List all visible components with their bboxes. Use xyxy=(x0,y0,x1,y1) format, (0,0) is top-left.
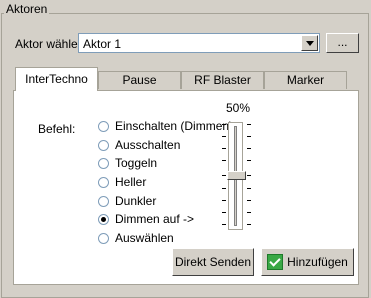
aktor-select-dropdown-button[interactable] xyxy=(301,35,318,51)
radio-indicator[interactable] xyxy=(98,120,109,132)
slider-tick xyxy=(247,160,251,161)
slider-tick xyxy=(222,160,226,161)
slider-tick xyxy=(247,212,251,213)
slider-tick xyxy=(247,175,251,176)
befehl-label: Befehl: xyxy=(38,122,76,136)
tab-intertechno[interactable]: InterTechno xyxy=(15,67,98,91)
slider-tick xyxy=(247,148,251,149)
tab-pause[interactable]: Pause xyxy=(98,71,181,89)
radio-dimmen-auf[interactable]: Dimmen auf -> xyxy=(98,211,194,227)
radio-label: Einschalten (Dimmen) xyxy=(115,119,234,133)
aktor-label: Aktor wählen: xyxy=(15,37,88,51)
slider-thumb[interactable] xyxy=(227,171,246,180)
slider-percent-label: 50% xyxy=(226,101,251,115)
slider-tick xyxy=(222,200,226,201)
slider-tick xyxy=(222,188,226,189)
radio-indicator[interactable] xyxy=(98,176,109,188)
radio-label: Toggeln xyxy=(115,156,158,170)
direkt-senden-button[interactable]: Direkt Senden xyxy=(172,248,254,276)
slider-tick xyxy=(247,200,251,201)
tab-marker[interactable]: Marker xyxy=(264,71,347,89)
slider-tick xyxy=(222,148,226,149)
chevron-down-icon xyxy=(306,41,314,46)
radio-einschalten[interactable]: Einschalten (Dimmen) xyxy=(98,118,233,134)
slider-tick xyxy=(247,124,251,125)
radio-indicator-checked[interactable] xyxy=(98,213,109,225)
slider-tick xyxy=(247,224,251,225)
radio-label: Dunkler xyxy=(115,194,157,208)
aktor-select[interactable]: Aktor 1 xyxy=(78,33,320,53)
hinzufuegen-label: Hinzufügen xyxy=(287,255,348,269)
hinzufuegen-button[interactable]: Hinzufügen xyxy=(261,248,354,276)
radio-label: Heller xyxy=(115,175,147,189)
radio-indicator[interactable] xyxy=(98,195,109,207)
browse-button[interactable]: ... xyxy=(326,33,359,53)
slider-tick xyxy=(247,136,251,137)
slider-tick xyxy=(222,224,226,225)
radio-ausschalten[interactable]: Ausschalten xyxy=(98,137,180,153)
radio-label: Dimmen auf -> xyxy=(115,212,195,226)
slider-tick xyxy=(222,124,226,125)
checkmark-icon xyxy=(267,254,284,270)
group-title: Aktoren xyxy=(4,2,50,16)
slider-tick xyxy=(222,136,226,137)
radio-heller[interactable]: Heller xyxy=(98,174,146,190)
radio-indicator[interactable] xyxy=(98,139,109,151)
radio-label: Ausschalten xyxy=(115,138,181,152)
radio-toggeln[interactable]: Toggeln xyxy=(98,155,157,171)
radio-auswaehlen[interactable]: Auswählen xyxy=(98,230,174,246)
slider-tick xyxy=(222,175,226,176)
radio-indicator[interactable] xyxy=(98,157,109,169)
radio-dunkler[interactable]: Dunkler xyxy=(98,193,156,209)
slider-tick xyxy=(222,212,226,213)
aktor-select-value: Aktor 1 xyxy=(83,37,122,51)
slider-tick xyxy=(247,188,251,189)
tab-rf-blaster[interactable]: RF Blaster xyxy=(181,71,264,89)
radio-label: Auswählen xyxy=(115,231,174,245)
radio-indicator[interactable] xyxy=(98,232,109,244)
